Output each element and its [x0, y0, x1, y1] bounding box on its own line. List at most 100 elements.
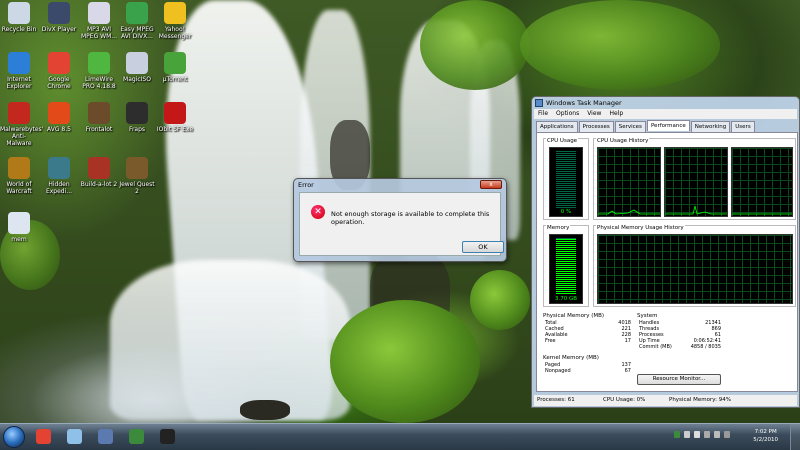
desktop-icon-label: Malwarebytes' Anti-Malware [0, 126, 44, 147]
clock-time: 7:02 PM [754, 429, 777, 435]
tab-processes[interactable]: Processes [578, 121, 614, 132]
memory-history-label: Physical Memory Usage History [596, 225, 685, 231]
task-manager-taskbar-button[interactable] [121, 425, 152, 449]
close-button[interactable]: x [480, 180, 502, 189]
cpu-history-graph-core2 [664, 147, 728, 217]
easy-mpeg-desktop-icon[interactable]: Easy MPEG AVI DIVX... [118, 2, 156, 40]
yahoo-messenger-desktop-icon[interactable]: Yahoo! Messenger [156, 2, 194, 40]
desktop-icon-label: Recycle Bin [1, 26, 37, 33]
frontalot-icon [88, 102, 110, 124]
physical-memory-stats: Physical Memory (MB) Total 4018 Cached 221… [543, 313, 631, 344]
memory-history-group: Physical Memory Usage History [593, 225, 796, 307]
game-taskbar-button[interactable] [152, 425, 183, 449]
error-dialog-body: ✕ Not enough storage is available to com… [299, 192, 504, 256]
utorrent-desktop-icon[interactable]: µTorrent [156, 52, 194, 83]
menu-help[interactable]: Help [609, 109, 623, 119]
kernel-memory-stats: Kernel Memory (MB) Paged 137 Nonpaged 67 [543, 355, 631, 374]
tray-display-icon[interactable] [704, 431, 710, 438]
desktop-icon-label: Easy MPEG AVI DIVX... [120, 26, 154, 40]
error-dialog: Error x ✕ Not enough storage is availabl… [293, 178, 507, 262]
cpu-history-group: CPU Usage History [593, 138, 796, 220]
mem-desktop-icon[interactable]: mem [0, 212, 38, 243]
error-dialog-title: Error [298, 181, 314, 189]
tab-services[interactable]: Services [614, 121, 646, 132]
stat-label: Free [545, 338, 556, 344]
magiciso-icon [126, 52, 148, 74]
world-of-warcraft-desktop-icon[interactable]: World of Warcraft [0, 157, 38, 195]
chrome-taskbar-button[interactable] [28, 425, 59, 449]
error-icon: ✕ [311, 205, 325, 219]
tray-arrow-icon[interactable] [724, 431, 730, 438]
divx-player-desktop-icon[interactable]: DivX Player [40, 2, 78, 33]
memory-meter-fill [556, 239, 576, 294]
desktop-icon-label: Hidden Expedi... [45, 181, 73, 195]
status-physical-memory: Physical Memory: 94% [669, 397, 731, 403]
tab-performance[interactable]: Performance [646, 120, 690, 131]
task-manager-title-bar[interactable]: Windows Task Manager [532, 97, 799, 109]
desktop-icon-label: MP3 AVI MPEG WM... [81, 26, 117, 40]
recycle-bin-icon [8, 2, 30, 24]
taskbar-clock[interactable]: 7:02 PM 5/2/2010 [753, 428, 778, 444]
computer-taskbar-button[interactable] [90, 425, 121, 449]
game-icon [160, 429, 175, 444]
cpu-usage-value: 0 % [560, 209, 572, 215]
cpu-history-line-core3 [732, 213, 792, 215]
desktop-icon-label: World of Warcraft [6, 181, 32, 195]
divx-player-icon [48, 2, 70, 24]
ok-button[interactable]: OK [462, 241, 504, 253]
menu-options[interactable]: Options [556, 109, 579, 119]
status-processes: Processes: 61 [537, 397, 575, 403]
performance-panel: CPU Usage 0 % CPU Usage History Memory 3… [536, 132, 798, 392]
desktop-icon-label: Frontalot [85, 126, 113, 133]
tray-network-icon[interactable] [684, 431, 690, 438]
tray-monitor-icon[interactable] [674, 431, 680, 438]
easy-mpeg-icon [126, 2, 148, 24]
jewel-quest-desktop-icon[interactable]: Jewel Quest 2 [118, 157, 156, 195]
fraps-desktop-icon[interactable]: Fraps [118, 102, 156, 133]
cpu-usage-meter: 0 % [549, 147, 583, 217]
tab-applications[interactable]: Applications [536, 121, 578, 132]
chrome-icon [36, 429, 51, 444]
desktop-icon-label: MagicISO [123, 76, 151, 83]
desktop-icon-label: IObit SF Exe [156, 126, 194, 133]
system-stats: System Handles 21341 Threads 869 Processes… [637, 313, 721, 350]
desktop-icon-label: mem [11, 236, 27, 243]
start-button[interactable] [3, 426, 25, 448]
desktop-icon-label: Jewel Quest 2 [119, 181, 155, 195]
task-manager-icon [535, 99, 543, 107]
stat-value: 4858 / 8035 [690, 344, 721, 350]
explorer-taskbar-button[interactable] [59, 425, 90, 449]
error-message: Not enough storage is available to compl… [331, 210, 490, 226]
google-chrome-desktop-icon[interactable]: Google Chrome [40, 52, 78, 90]
stat-label: Commit (MB) [639, 344, 672, 350]
menu-view[interactable]: View [587, 109, 601, 119]
malwarebytes-icon [8, 102, 30, 124]
tab-networking[interactable]: Networking [690, 121, 731, 132]
internet-explorer-desktop-icon[interactable]: Internet Explorer [0, 52, 38, 90]
frontalot-desktop-icon[interactable]: Frontalot [80, 102, 118, 133]
tab-strip: Applications Processes Services Performa… [536, 120, 795, 132]
iobit-desktop-icon[interactable]: IObit SF Exe [156, 102, 194, 133]
resource-monitor-button[interactable]: Resource Monitor... [637, 374, 721, 385]
tray-sound-icon[interactable] [714, 431, 720, 438]
tab-users[interactable]: Users [731, 121, 755, 132]
tray-flag-icon[interactable] [694, 431, 700, 438]
build-a-lot-desktop-icon[interactable]: Build-a-lot 2 [80, 157, 118, 188]
avg-desktop-icon[interactable]: AVG 8.5 [40, 102, 78, 133]
task-manager-window: Windows Task Manager File Options View H… [531, 96, 800, 408]
jewel-quest-icon [126, 157, 148, 179]
memory-value: 3.70 GB [554, 296, 578, 302]
recycle-bin-desktop-icon[interactable]: Recycle Bin [0, 2, 38, 33]
magiciso-desktop-icon[interactable]: MagicISO [118, 52, 156, 83]
system-heading: System [637, 313, 658, 319]
status-bar: Processes: 61 CPU Usage: 0% Physical Mem… [534, 395, 797, 406]
hidden-expedition-desktop-icon[interactable]: Hidden Expedi... [40, 157, 78, 195]
stat-row: Nonpaged 67 [543, 368, 631, 374]
hidden-expedition-icon [48, 157, 70, 179]
malwarebytes-desktop-icon[interactable]: Malwarebytes' Anti-Malware [0, 102, 43, 147]
show-desktop-button[interactable] [790, 424, 800, 450]
mp3-avi-converter-desktop-icon[interactable]: MP3 AVI MPEG WM... [80, 2, 118, 40]
desktop-icon-label: DivX Player [41, 26, 77, 33]
menu-file[interactable]: File [538, 109, 548, 119]
limewire-desktop-icon[interactable]: LimeWire PRO 4.18.8 [80, 52, 118, 90]
